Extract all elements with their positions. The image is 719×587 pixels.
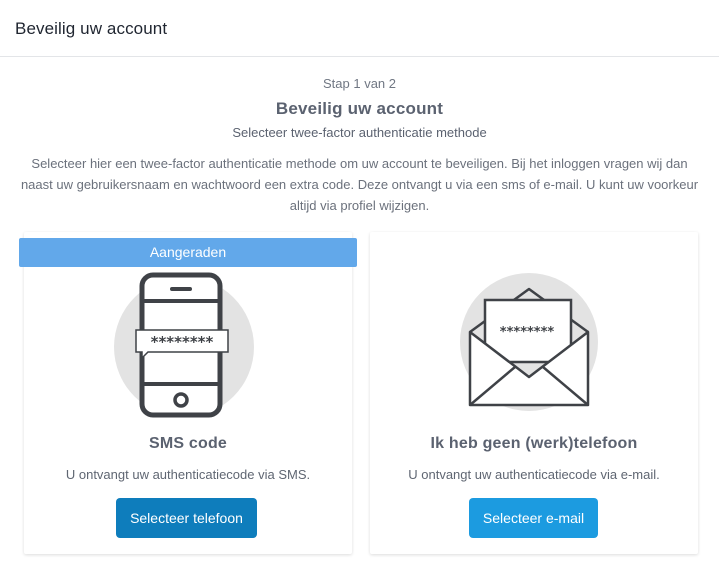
page-subtitle: Selecteer twee-factor authenticatie meth… (232, 125, 487, 140)
email-option-text: U ontvangt uw authenticatiecode via e-ma… (408, 467, 660, 482)
header-title: Beveilig uw account (15, 19, 168, 38)
email-code-text: ******** (500, 325, 555, 340)
sms-option-title: SMS code (148, 435, 228, 452)
email-option-card[interactable]: ******** Ik heb geen (werk)telefoon U on… (370, 232, 698, 554)
sms-option-card[interactable]: ******** SMS code U ontvangt uw authenti… (24, 232, 352, 554)
phone-icon: ******** (114, 272, 254, 418)
page-header: Beveilig uw account (0, 0, 719, 57)
page-description: Selecteer hier een twee-factor authentic… (20, 156, 699, 213)
email-option-title: Ik heb geen (werk)telefoon (430, 435, 638, 452)
page-title: Beveilig uw account (275, 99, 444, 118)
sms-code-text: ******** (151, 333, 214, 351)
select-email-button[interactable]: Selecteer e-mail (469, 498, 598, 538)
step-indicator: Stap 1 van 2 (323, 76, 396, 91)
select-phone-button[interactable]: Selecteer telefoon (116, 498, 257, 538)
envelope-icon: ******** (460, 273, 598, 411)
sms-option-text: U ontvangt uw authenticatiecode via SMS. (65, 467, 311, 482)
recommended-badge: Aangeraden (19, 238, 357, 267)
